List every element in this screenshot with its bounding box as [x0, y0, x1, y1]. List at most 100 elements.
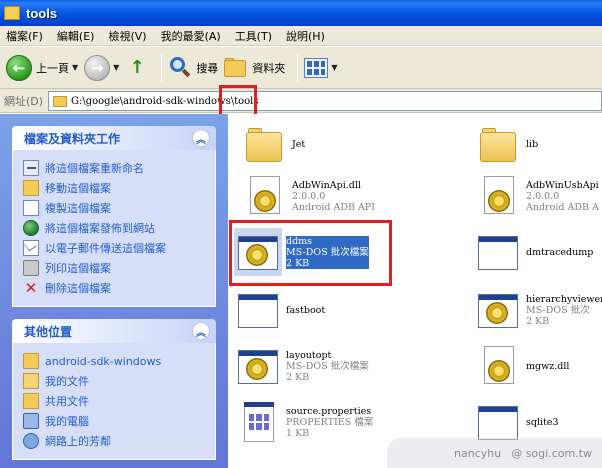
file-tasks-header[interactable]: 檔案及資料夾工作 ︽ [12, 126, 216, 150]
file-description: Android ADB API [292, 201, 375, 213]
file-version: 2.0.0.0 [526, 190, 560, 202]
up-button[interactable]: ↑ [125, 56, 149, 80]
task-label: 移動這個檔案 [45, 182, 111, 195]
menu-tools[interactable]: 工具(T) [235, 28, 272, 44]
dll-icon [474, 342, 522, 390]
task-email[interactable]: 以電子郵件傳送這個檔案 [23, 238, 205, 258]
delete-icon: ✕ [24, 279, 38, 297]
task-print[interactable]: 列印這個檔案 [23, 258, 205, 278]
back-label: 上一頁 [36, 61, 69, 75]
file-item-fastboot[interactable]: fastboot [234, 286, 325, 334]
menu-favorites[interactable]: 我的最愛(A) [161, 28, 221, 44]
file-item-adbwinapi[interactable]: AdbWinApi.dll 2.0.0.0 Android ADB API [240, 172, 375, 220]
forward-button[interactable]: → ▼ [84, 54, 119, 81]
dll-icon [474, 172, 522, 220]
file-item-source-properties[interactable]: source.properties PROPERTIES 檔案 1 KB [234, 398, 373, 446]
file-type: PROPERTIES 檔案 [286, 416, 374, 428]
search-button[interactable]: 搜尋 [168, 56, 218, 80]
folder-icon [23, 353, 39, 369]
watermark-site: @ sogi.com.tw [511, 446, 592, 460]
file-tasks-title: 檔案及資料夾工作 [24, 131, 121, 146]
file-name: mgwz.dll [526, 360, 570, 372]
file-item-hierarchyviewer[interactable]: hierarchyviewer MS-DOS 批次 2 KB [474, 286, 602, 334]
forward-arrow-icon: → [84, 54, 111, 81]
views-button[interactable]: ▼ [304, 57, 337, 78]
watermark-user: nancyhu [454, 446, 502, 460]
file-name: AdbWinUsbApi [526, 179, 599, 191]
back-arrow-icon: ← [6, 54, 32, 81]
folders-button[interactable]: 資料夾 [224, 57, 286, 78]
file-type: MS-DOS 批次檔案 [286, 360, 369, 372]
place-my-documents[interactable]: 我的文件 [23, 371, 205, 391]
menu-view[interactable]: 檢視(V) [108, 28, 146, 44]
highlight-box-ddms [229, 220, 392, 286]
task-delete[interactable]: ✕ 刪除這個檔案 [23, 278, 205, 298]
file-item-lib[interactable]: lib [474, 120, 538, 168]
task-publish[interactable]: 將這個檔案發佈到網站 [23, 218, 205, 238]
file-item-adbwinusbapi[interactable]: AdbWinUsbApi 2.0.0.0 Android ADB A [474, 172, 599, 220]
other-places-header[interactable]: 其他位置 ︽ [12, 319, 216, 343]
folders-icon [224, 57, 248, 78]
collapse-icon[interactable]: ︽ [192, 322, 210, 340]
menu-file[interactable]: 檔案(F) [6, 28, 43, 44]
place-shared-documents[interactable]: 共用文件 [23, 391, 205, 411]
file-tasks-panel: 檔案及資料夾工作 ︽ 將這個檔案重新命名 移動這個檔案 複製這個檔案 將這個檔案… [12, 126, 216, 307]
task-rename[interactable]: 將這個檔案重新命名 [23, 158, 205, 178]
task-pane: 檔案及資料夾工作 ︽ 將這個檔案重新命名 移動這個檔案 複製這個檔案 將這個檔案… [0, 114, 228, 468]
task-label: 將這個檔案發佈到網站 [45, 222, 155, 235]
place-label: android-sdk-windows [45, 354, 162, 368]
back-button[interactable]: ← 上一頁 ▼ [6, 54, 78, 81]
address-bar: 網址(D) G:\google\android-sdk-windows\tool… [0, 89, 602, 113]
file-item-jet[interactable]: Jet [240, 120, 305, 168]
place-sdk-folder[interactable]: android-sdk-windows [23, 351, 205, 371]
collapse-icon[interactable]: ︽ [192, 129, 210, 147]
batch-file-icon [474, 286, 522, 334]
menu-edit[interactable]: 編輯(E) [57, 28, 95, 44]
file-item-mgwz[interactable]: mgwz.dll [474, 342, 569, 390]
task-label: 刪除這個檔案 [45, 282, 111, 295]
folder-icon [4, 6, 20, 20]
copy-icon [23, 200, 39, 216]
menu-bar: 檔案(F) 編輯(E) 檢視(V) 我的最愛(A) 工具(T) 說明(H) [0, 26, 602, 46]
place-my-computer[interactable]: 我的電腦 [23, 411, 205, 431]
toolbar-separator [161, 53, 163, 82]
place-label: 共用文件 [45, 395, 89, 408]
dll-icon [240, 172, 288, 220]
file-item-dmtracedump[interactable]: dmtracedump [474, 228, 593, 276]
other-places-panel: 其他位置 ︽ android-sdk-windows 我的文件 共用文件 我的電… [12, 319, 216, 460]
printer-icon [23, 260, 39, 276]
file-size: 1 KB [286, 427, 310, 439]
email-icon [23, 240, 39, 256]
globe-icon [23, 220, 39, 236]
computer-icon [23, 413, 39, 429]
folders-label: 資料夾 [252, 61, 286, 75]
chevron-down-icon[interactable]: ▼ [72, 63, 78, 72]
chevron-down-icon[interactable]: ▼ [113, 63, 119, 72]
place-label: 我的文件 [45, 375, 89, 388]
task-move[interactable]: 移動這個檔案 [23, 178, 205, 198]
exe-icon [474, 228, 522, 276]
place-network[interactable]: 網路上的芳鄰 [23, 431, 205, 451]
chevron-down-icon[interactable]: ▼ [331, 63, 337, 72]
file-version: 2.0.0.0 [292, 190, 326, 202]
file-type: MS-DOS 批次 [526, 304, 590, 316]
move-icon [23, 180, 39, 196]
address-input[interactable]: G:\google\android-sdk-windows\tools [48, 91, 602, 111]
watermark: nancyhu @ sogi.com.tw [387, 438, 602, 468]
other-places-list: android-sdk-windows 我的文件 共用文件 我的電腦 網路上的芳… [12, 343, 216, 460]
task-label: 以電子郵件傳送這個檔案 [45, 242, 166, 255]
file-item-layoutopt[interactable]: layoutopt MS-DOS 批次檔案 2 KB [234, 342, 369, 390]
file-list: Jet lib AdbWinApi.dll 2.0.0.0 Android AD… [228, 114, 602, 468]
rename-icon [23, 160, 39, 176]
menu-help[interactable]: 說明(H) [286, 28, 325, 44]
file-name: hierarchyviewer [526, 293, 602, 305]
title-bar: tools [0, 0, 602, 26]
folder-up-icon: ↑ [129, 57, 145, 78]
task-copy[interactable]: 複製這個檔案 [23, 198, 205, 218]
folder-icon [474, 120, 522, 168]
address-label: 網址(D) [4, 94, 44, 108]
search-label: 搜尋 [196, 61, 219, 75]
file-name: AdbWinApi.dll [292, 179, 361, 191]
exe-icon [234, 286, 282, 334]
place-label: 網路上的芳鄰 [45, 435, 111, 448]
